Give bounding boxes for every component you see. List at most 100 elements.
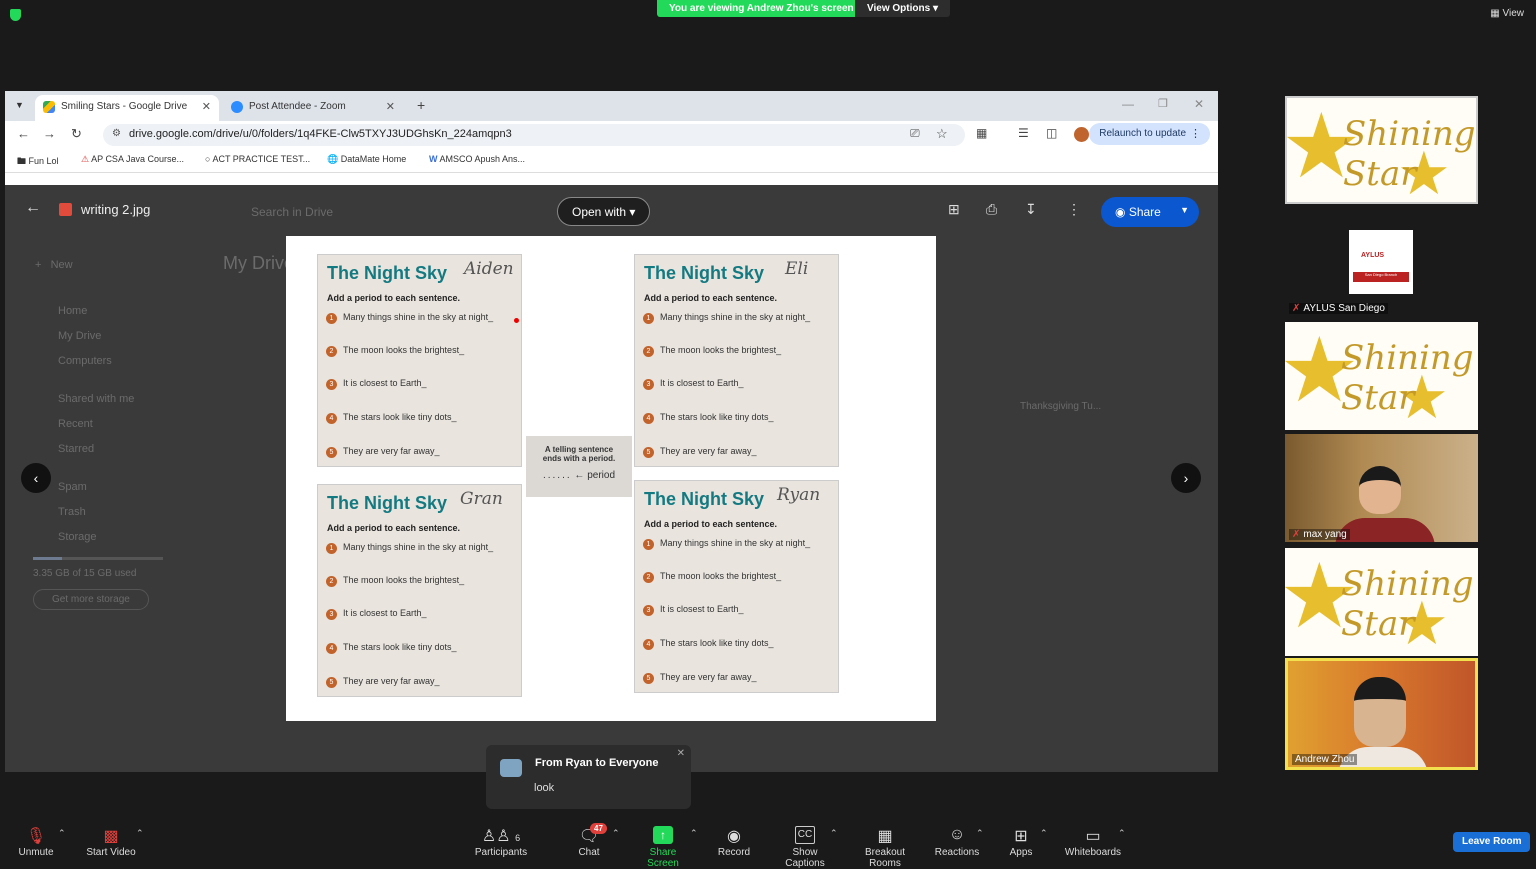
chevron-up-icon[interactable]: ⌃ [1040, 828, 1048, 839]
back-icon[interactable]: ← [17, 126, 30, 141]
tab-google-drive[interactable]: Smiling Stars - Google Drive ✕ [35, 95, 219, 121]
warning-icon: ⚠ [81, 154, 90, 164]
close-tab-icon[interactable]: ✕ [202, 100, 211, 113]
get-storage-button: Get more storage [33, 589, 149, 610]
bookmarks-bar: 🖿 Fun Lol ⚠ AP CSA Java Course... ○ ACT … [5, 147, 1218, 173]
nav-item: Home [58, 305, 88, 317]
tab-strip: ▼ Smiling Stars - Google Drive ✕ Post At… [5, 91, 1218, 121]
print-icon[interactable]: ⎙ [986, 201, 997, 218]
participant-name: ✗ max yang [1289, 529, 1350, 540]
tab-search-icon[interactable]: ▼ [15, 100, 24, 110]
google-drive-icon [43, 101, 55, 113]
download-icon[interactable]: ↧ [1025, 201, 1037, 218]
shield-icon [10, 9, 21, 21]
show-captions-button[interactable]: CC Show Captions [772, 826, 838, 869]
globe-icon: ◉ [1115, 205, 1126, 219]
more-options-icon[interactable]: ⋮ [1067, 201, 1081, 218]
video-tile-andrew-active-speaker[interactable]: Andrew Zhou [1285, 658, 1478, 770]
view-button[interactable]: ▦ View [1490, 8, 1524, 19]
open-with-button[interactable]: Open with ▾ [557, 197, 651, 226]
url-field[interactable]: ⚙ drive.google.com/drive/u/0/folders/1q4… [103, 124, 965, 146]
nav-item: Computers [58, 355, 112, 367]
reload-icon[interactable]: ↻ [71, 126, 82, 142]
side-panel-icon[interactable]: ◫ [1046, 126, 1057, 140]
video-tile-shining-star[interactable]: ★ ★ Shining Star [1285, 322, 1478, 430]
muted-mic-icon: ✗ [1292, 303, 1301, 314]
chevron-up-icon[interactable]: ⌃ [136, 828, 144, 839]
video-tile-aylus[interactable]: AYLUS San Diego Branch ✗ AYLUS San Diego [1285, 208, 1478, 316]
relaunch-button[interactable]: Relaunch to update ⋮ [1089, 123, 1210, 145]
storage-bar [33, 557, 163, 560]
share-screen-button[interactable]: ↑ Share Screen [634, 826, 692, 869]
record-icon: ◉ [727, 828, 741, 845]
tab-zoom[interactable]: Post Attendee - Zoom ✕ [223, 95, 403, 121]
media-icon[interactable]: ☰ [1018, 126, 1029, 140]
apps-icon: ⊞ [1014, 828, 1028, 845]
participants-button[interactable]: ♙♙ 6 Participants [474, 826, 528, 858]
close-tab-icon[interactable]: ✕ [386, 100, 395, 113]
chat-button[interactable]: 🗨 Chat 47 [572, 823, 607, 858]
person-figure [1359, 466, 1401, 514]
chevron-up-icon[interactable]: ⌃ [830, 828, 838, 839]
chevron-up-icon[interactable]: ⌃ [976, 828, 984, 839]
chat-notification[interactable]: From Ryan to Everyone look ✕ [486, 745, 691, 809]
forward-icon[interactable]: → [43, 126, 56, 141]
add-comment-icon[interactable]: ⊞ [948, 201, 960, 218]
grid-icon: ▦ [1490, 8, 1500, 19]
restore-icon[interactable]: ❐ [1158, 97, 1168, 110]
minimize-icon[interactable]: — [1122, 97, 1134, 111]
unmute-button[interactable]: 🎙 Unmute [16, 826, 56, 858]
chevron-up-icon[interactable]: ⌃ [690, 828, 698, 839]
record-button[interactable]: ◉ Record [716, 826, 752, 858]
search-drive: Search in Drive [251, 205, 334, 219]
chevron-up-icon[interactable]: ⌃ [1118, 828, 1126, 839]
bookmark-item[interactable]: 🌐 DataMate Home [327, 154, 406, 165]
new-button: + New [35, 259, 73, 271]
zoom-icon [231, 101, 243, 113]
breakout-rooms-button[interactable]: ▦ Breakout Rooms [848, 826, 922, 869]
viewing-banner: You are viewing Andrew Zhou's screen [657, 0, 866, 17]
video-tile-shining-star[interactable]: ★ ★ Shining Star [1285, 96, 1478, 204]
red-dot [514, 318, 519, 323]
chevron-up-icon[interactable]: ⌃ [612, 828, 620, 839]
close-icon[interactable]: ✕ [677, 748, 685, 759]
person-shirt [1335, 518, 1435, 542]
extensions-icon[interactable]: ▦ [976, 126, 987, 140]
nav-item: Storage [58, 531, 97, 543]
reactions-button[interactable]: ☺ Reactions [934, 826, 980, 858]
worksheet-ryan: The Night Sky Ryan Add a period to each … [634, 480, 839, 693]
profile-avatar[interactable] [1074, 127, 1089, 142]
image-file-icon [59, 203, 72, 216]
bookmark-item[interactable]: ○ ACT PRACTICE TEST... [205, 154, 310, 164]
share-button[interactable]: ◉ Share ▼ [1101, 197, 1199, 227]
meeting-toolbar: 🎙 Unmute ⌃ ▩ Start Video ⌃ ♙♙ 6 Participant… [0, 816, 1536, 869]
aylus-logo: AYLUS San Diego Branch [1349, 230, 1413, 294]
start-video-button[interactable]: ▩ Start Video [84, 826, 138, 858]
video-tile-shining-star[interactable]: ★ ★ Shining Star [1285, 548, 1478, 656]
whiteboards-button[interactable]: ▭ Whiteboards [1064, 826, 1122, 858]
period-note: A telling sentence ends with a period. .… [526, 436, 632, 497]
participants-icon: ♙♙ 6 [481, 828, 521, 845]
nav-item: Recent [58, 418, 93, 430]
avatar [500, 759, 522, 777]
chevron-up-icon[interactable]: ⌃ [58, 828, 66, 839]
bookmark-item[interactable]: 🖿 Fun Lol [17, 154, 59, 170]
drive-image-viewer: + New My Drive Search in Drive Home My D… [5, 185, 1218, 772]
install-icon[interactable]: ⎚ [910, 126, 920, 141]
new-tab-icon[interactable]: + [417, 97, 425, 113]
next-image-button[interactable]: › [1171, 463, 1201, 493]
bookmark-item[interactable]: ⚠ AP CSA Java Course... [81, 154, 184, 165]
view-options-button[interactable]: View Options ▾ [855, 0, 950, 17]
close-window-icon[interactable]: ✕ [1194, 97, 1204, 111]
previous-image-button[interactable]: ‹ [21, 463, 51, 493]
worksheet-image: The Night Sky Aiden Add a period to each… [286, 236, 936, 721]
leave-room-button[interactable]: Leave Room [1453, 832, 1531, 852]
bookmark-item[interactable]: W AMSCO Apush Ans... [429, 154, 525, 164]
apps-button[interactable]: ⊞ Apps [1008, 826, 1034, 858]
video-tile-max[interactable]: ✗ max yang [1285, 434, 1478, 542]
video-off-icon: ▩ [103, 828, 119, 845]
back-arrow-icon[interactable]: ← [25, 199, 41, 217]
bookmark-star-icon[interactable]: ☆ [936, 126, 948, 142]
muted-mic-icon: ✗ [1292, 529, 1301, 540]
participant-name: ✗ AYLUS San Diego [1289, 303, 1388, 314]
